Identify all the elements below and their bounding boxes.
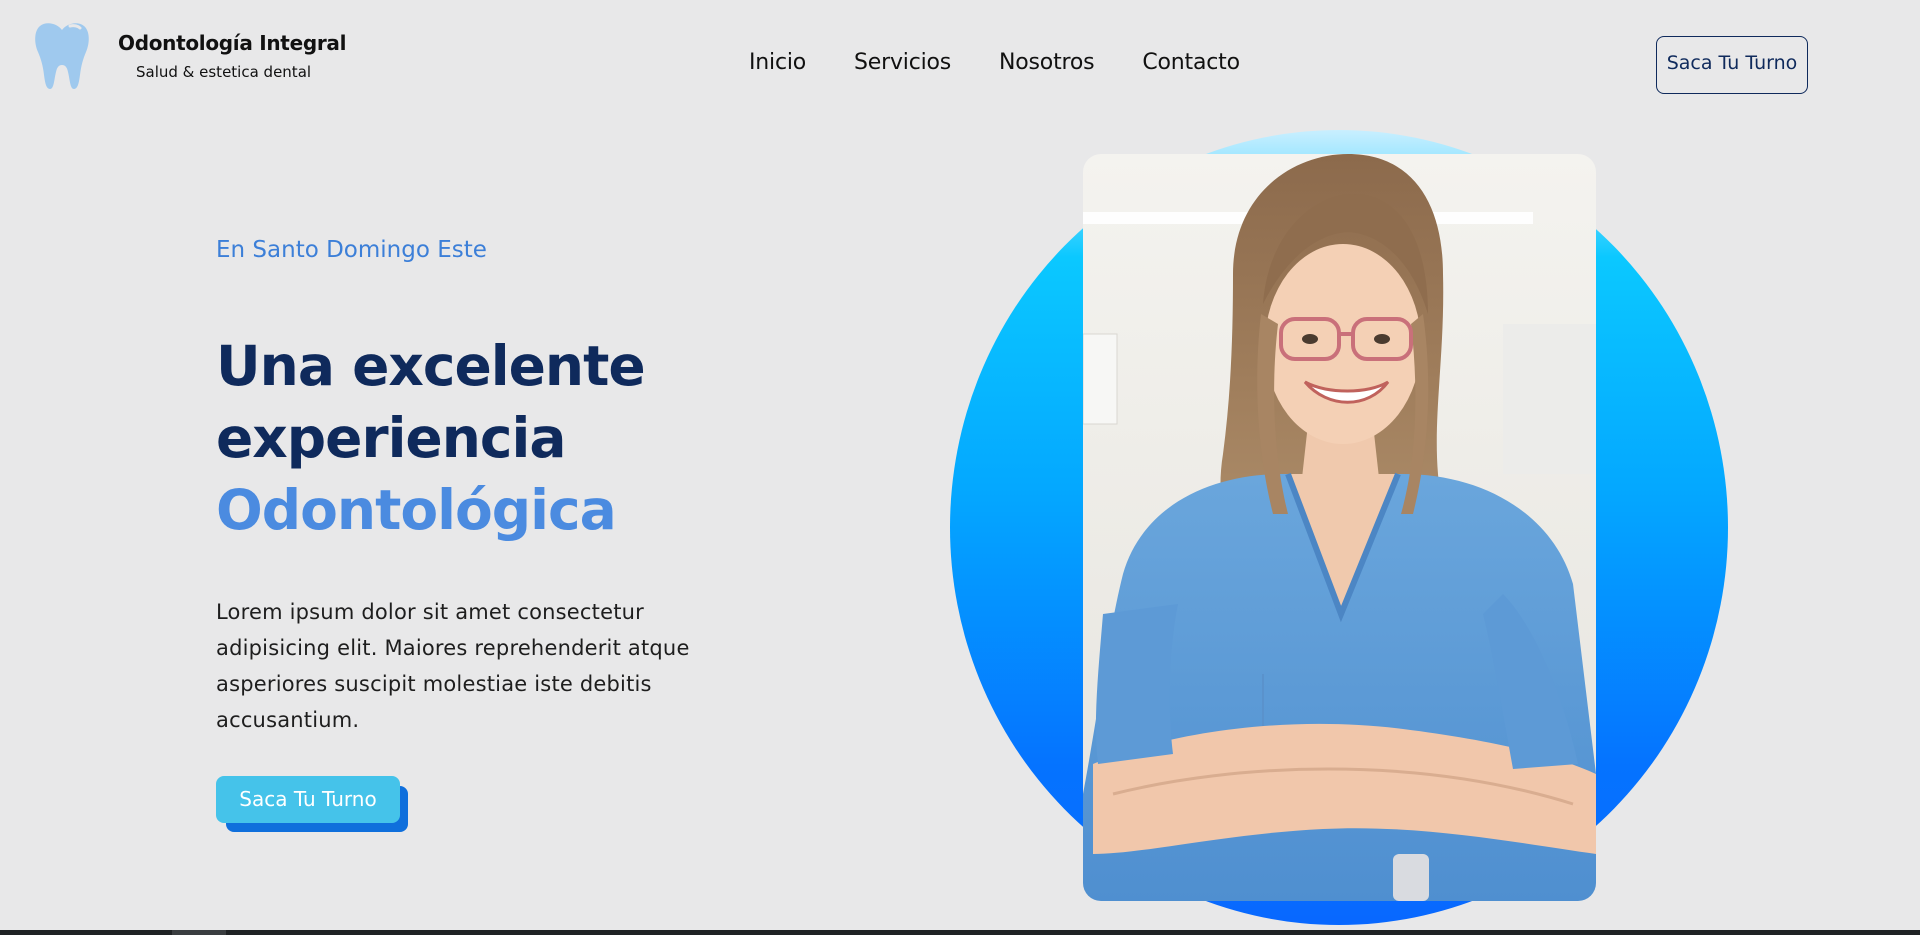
logo-tooth-icon[interactable] (32, 20, 92, 92)
nav-item-contacto[interactable]: Contacto (1142, 48, 1240, 78)
hero-book-appointment-button[interactable]: Saca Tu Turno (216, 776, 400, 823)
hero-location-eyebrow: En Santo Domingo Este (216, 237, 487, 263)
header-book-appointment-button[interactable]: Saca Tu Turno (1656, 36, 1808, 94)
dentist-photo (1083, 154, 1596, 901)
taskbar-segment (172, 930, 226, 935)
nav-item-servicios[interactable]: Servicios (854, 48, 951, 78)
hero-cta-wrapper: Saca Tu Turno (216, 776, 410, 832)
headline-line-1: Una excelente (216, 334, 646, 398)
headline-line-3: Odontológica (216, 478, 617, 542)
brand: Odontología Integral Salud & estetica de… (118, 30, 346, 82)
nav-item-inicio[interactable]: Inicio (749, 48, 806, 78)
nav-item-nosotros[interactable]: Nosotros (999, 48, 1095, 78)
taskbar-strip (0, 930, 1920, 935)
hero-headline: Una excelente experiencia Odontológica (216, 330, 646, 546)
hero-description: Lorem ipsum dolor sit amet consectetur a… (216, 600, 690, 732)
main-nav: Inicio Servicios Nosotros Contacto (749, 48, 1240, 78)
headline-line-2: experiencia (216, 406, 566, 470)
brand-tagline: Salud & estetica dental (136, 63, 312, 81)
brand-name: Odontología Integral (118, 31, 347, 55)
